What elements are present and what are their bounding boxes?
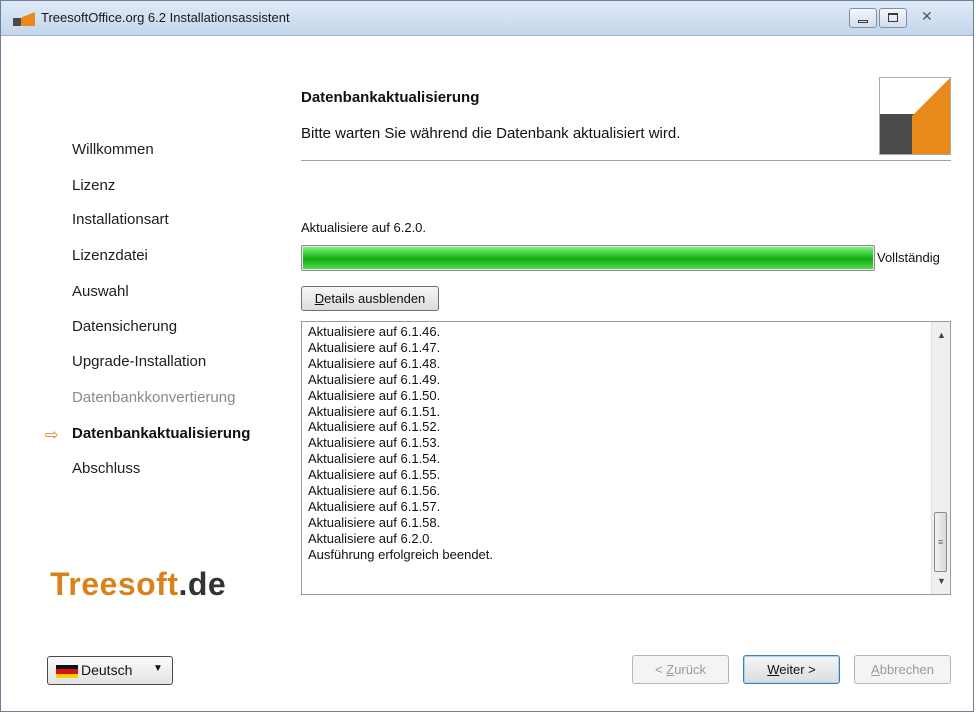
log-line: Aktualisiere auf 6.2.0. [308,530,434,546]
page-subtitle: Bitte warten Sie während die Datenbank a… [301,125,681,142]
maximize-button[interactable] [879,8,907,28]
scroll-thumb[interactable]: ≡ [934,512,947,572]
grip-icon: ≡ [938,537,944,547]
brand-name: Treesoft [50,566,179,602]
page-title: Datenbankaktualisierung [301,89,480,106]
hide-details-button[interactable]: Details ausblenden [301,286,439,311]
chevron-down-icon: ▼ [153,663,163,674]
log-scrollbar[interactable]: ▲ ≡ ▼ [931,322,950,594]
treesoft-brand-logo: Treesoft.de [50,566,226,603]
log-line: Aktualisiere auf 6.1.47. [308,339,441,355]
cancel-label: bbrechen [879,662,934,677]
next-mnemonic: W [767,662,780,677]
progress-bar [301,245,875,271]
close-button[interactable]: ✕ [909,8,949,28]
next-label: eiter > [779,662,816,677]
cancel-button[interactable]: Abbrechen [854,655,951,684]
back-mnemonic: Z [666,662,675,677]
minimize-button[interactable] [849,8,877,28]
title-bar[interactable]: TreesoftOffice.org 6.2 Installationsassi… [1,1,973,36]
current-step-arrow-icon: ⇨ [45,427,59,444]
header-divider [301,160,951,161]
treesoft-logo-icon [879,77,951,155]
details-label: etails ausblenden [324,291,426,306]
log-line: Aktualisiere auf 6.1.57. [308,498,441,514]
log-line: Aktualisiere auf 6.1.49. [308,371,441,387]
log-lines: Aktualisiere auf 6.1.46. Aktualisiere auf… [308,324,493,563]
log-line: Aktualisiere auf 6.1.52. [308,419,441,435]
next-button[interactable]: Weiter > [743,655,840,684]
progress-status: Vollständig [877,250,940,265]
german-flag-icon [56,665,78,678]
step-lizenzdatei: Lizenzdatei [72,247,148,264]
log-line: Aktualisiere auf 6.1.54. [308,451,441,467]
app-logo-icon [13,12,35,26]
log-line: Aktualisiere auf 6.1.48. [308,355,441,371]
step-datenbankaktualisierung: Datenbankaktualisierung [72,425,251,442]
scroll-down-icon[interactable]: ▼ [937,576,946,586]
progress-bar-fill [303,247,873,269]
step-abschluss: Abschluss [72,460,141,477]
back-prefix: < [655,662,667,677]
step-installationsart: Installationsart [72,211,169,228]
progress-label: Aktualisiere auf 6.2.0. [301,220,427,235]
close-icon: ✕ [921,8,933,24]
log-line: Aktualisiere auf 6.1.58. [308,514,441,530]
log-line: Aktualisiere auf 6.1.56. [308,483,441,499]
installer-window: TreesoftOffice.org 6.2 Installationsassi… [0,0,974,712]
step-datensicherung: Datensicherung [72,318,178,335]
window-title: TreesoftOffice.org 6.2 Installationsassi… [41,10,290,25]
back-label: urück [674,662,706,677]
log-line: Aktualisiere auf 6.1.46. [308,324,441,339]
brand-tld: .de [178,566,227,602]
log-output[interactable]: Aktualisiere auf 6.1.46. Aktualisiere auf… [301,321,951,595]
details-mnemonic: D [314,291,325,306]
log-line: Aktualisiere auf 6.1.51. [308,403,441,419]
language-label: Deutsch [81,662,133,678]
log-line: Aktualisiere auf 6.1.55. [308,467,441,483]
steps-sidebar: Willkommen Lizenz Installationsart Lizen… [1,36,291,636]
scroll-up-icon[interactable]: ▲ [937,330,946,340]
step-lizenz: Lizenz [72,177,116,194]
cancel-mnemonic: A [871,662,880,677]
step-willkommen: Willkommen [72,141,154,158]
language-select[interactable]: Deutsch ▼ [47,656,173,685]
step-auswahl: Auswahl [72,283,129,300]
log-line: Aktualisiere auf 6.1.50. [308,387,441,403]
log-line: Ausführung erfolgreich beendet. [308,546,494,562]
back-button[interactable]: < Zurück [632,655,729,684]
step-datenbankkonvertierung: Datenbankkonvertierung [72,389,236,406]
log-line: Aktualisiere auf 6.1.53. [308,435,441,451]
step-upgrade-installation: Upgrade-Installation [72,353,207,370]
